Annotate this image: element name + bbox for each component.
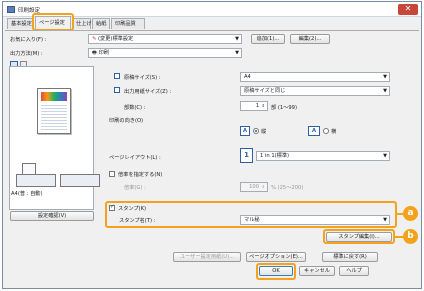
scale-unit: % (25～200) (271, 185, 304, 191)
stamp-name-value: マル秘 (244, 217, 260, 223)
collate-off-icon[interactable] (16, 174, 56, 187)
portrait-label: 縦 (261, 129, 267, 135)
landscape-radio[interactable] (323, 128, 329, 134)
output-method-label: 出力方法(M) : (10, 51, 43, 57)
document-size-icon (114, 73, 120, 79)
stamp-checkbox[interactable] (109, 204, 115, 211)
copies-stepper[interactable]: 1 ⇕ (240, 101, 268, 111)
stamp-name-label: スタンプ名(T) : (119, 218, 156, 224)
chevron-down-icon: ▼ (235, 36, 239, 42)
scale-label: 倍率(G) : (124, 185, 146, 191)
stamp-checkbox-label: スタンプ(K) (118, 206, 147, 212)
callout-badge-a: a (403, 206, 418, 221)
callout-badge-b: b (403, 229, 418, 244)
close-button[interactable]: ✕ (398, 4, 418, 15)
tab-paper-source[interactable]: 給紙 (92, 18, 110, 29)
original-size-label: 原稿サイズ(S) : (124, 75, 161, 81)
output-size-label: 出力用紙サイズ(Z) : (124, 89, 172, 95)
preview-color-band (41, 92, 67, 101)
chevron-down-icon: ▼ (383, 153, 387, 159)
copies-label: 部数(C) : (124, 105, 146, 111)
original-size-select[interactable]: A4 ▼ (240, 72, 390, 82)
chevron-down-icon: ▼ (383, 74, 387, 80)
copies-unit: 部 (1～99) (271, 105, 297, 111)
cancel-button[interactable]: キャンセル (299, 266, 335, 276)
landscape-icon: A (308, 126, 320, 136)
tab-basic[interactable]: 基本設定 (7, 18, 34, 29)
favorites-select[interactable]: ✎ (変更)標準設定 ▼ (88, 34, 242, 44)
stamp-edit-button[interactable]: スタンプ編集(I)... (326, 232, 392, 242)
page-layout-value: 1 in 1(標準) (260, 153, 290, 159)
original-size-value: A4 (244, 74, 251, 80)
layout-icon: 1 (240, 148, 253, 163)
favorites-label: お気に入り(F) : (10, 37, 47, 43)
orientation-label: 印刷の向き(O) (109, 118, 144, 124)
page-options-button[interactable]: ページオプション(E)... (246, 252, 306, 262)
scale-value: 100 (249, 184, 259, 190)
portrait-icon: A (240, 126, 250, 136)
stepper-arrows-icon[interactable]: ⇕ (262, 102, 265, 110)
ok-button[interactable]: OK (259, 266, 293, 276)
output-size-select[interactable]: 原稿サイズと同じ ▼ (240, 86, 390, 96)
favorites-value: (変更)標準設定 (98, 36, 134, 42)
page-layout-label: ページレイアウト(L) : (109, 155, 161, 161)
page-layout-select[interactable]: 1 in 1(標準) ▼ (256, 151, 390, 161)
preview-text-lines (41, 103, 67, 131)
copies-value: 1 (255, 103, 259, 109)
edit-favorite-button[interactable]: 編集(2)... (290, 34, 330, 44)
portrait-radio[interactable] (253, 128, 259, 134)
printer-small-icon: 🖶 (92, 50, 97, 56)
scale-stepper[interactable]: 100 ⇕ (240, 182, 268, 192)
pencil-icon: ✎ (92, 36, 97, 42)
output-method-value: 印刷 (98, 50, 109, 56)
preview-caption: A4(普 : 自動) (11, 191, 43, 197)
output-size-value: 原稿サイズと同じ (244, 88, 286, 94)
help-button[interactable]: ヘルプ (339, 266, 369, 276)
landscape-label: 横 (331, 129, 337, 135)
chevron-down-icon: ▼ (383, 88, 387, 94)
printer-icon (7, 6, 15, 13)
chevron-down-icon: ▼ (235, 50, 239, 56)
user-paper-button[interactable]: ユーザー設定用紙(U)... (173, 252, 241, 262)
stamp-name-select[interactable]: マル秘 ▼ (240, 215, 390, 225)
chevron-down-icon: ▼ (383, 217, 387, 223)
output-paper-icon (114, 87, 120, 93)
tab-divider (5, 30, 419, 31)
tab-highlight (32, 13, 74, 31)
scale-checkbox-label: 倍率を指定する(N) (118, 172, 163, 178)
tab-quality[interactable]: 印刷品質 (111, 18, 145, 29)
settings-check-button[interactable]: 設定確認(V) (10, 211, 94, 221)
collate-on-icon[interactable] (60, 174, 100, 187)
stepper-arrows-icon[interactable]: ⇕ (262, 183, 265, 191)
tab-finishing[interactable]: 仕上げ (72, 18, 92, 29)
page-preview (37, 88, 71, 134)
scale-checkbox[interactable] (109, 171, 115, 177)
restore-defaults-button[interactable]: 標準に戻す(R) (322, 252, 378, 262)
add-favorite-button[interactable]: 追加(1)... (251, 34, 285, 44)
output-method-select[interactable]: 🖶 印刷 ▼ (88, 48, 242, 58)
